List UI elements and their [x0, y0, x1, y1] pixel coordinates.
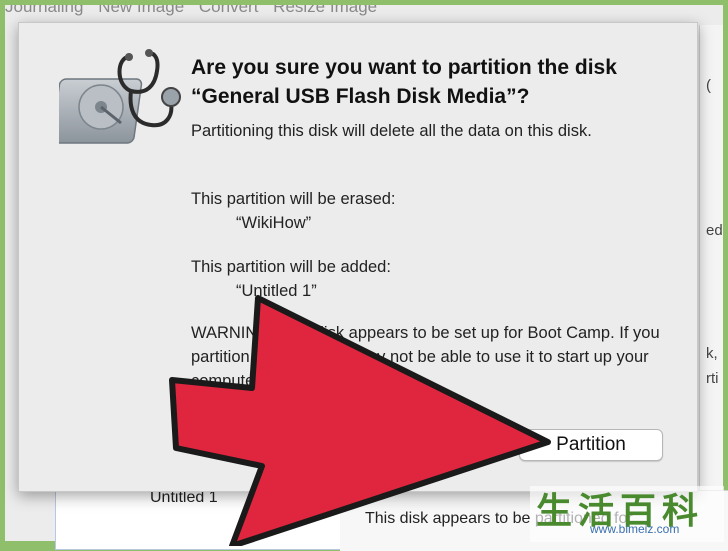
right-panel-row: k,	[706, 345, 718, 362]
added-partition-name: “Untitled 1”	[236, 282, 317, 300]
toolbar-item-convert[interactable]: Convert	[199, 5, 259, 16]
partition-confirm-dialog: Are you sure you want to partition the d…	[18, 22, 698, 492]
toolbar-item-resize-image[interactable]: Resize Image	[273, 5, 377, 16]
toolbar: Journaling New Image Convert Resize Imag…	[5, 5, 723, 19]
toolbar-item-new-image[interactable]: New Image	[98, 5, 184, 16]
added-label: This partition will be added:	[191, 258, 391, 276]
right-info-panel: ( ed) k, rti	[699, 25, 723, 495]
partition-button[interactable]: Partition	[519, 429, 663, 461]
right-panel-row: (	[706, 77, 711, 94]
right-panel-row: rti	[706, 370, 719, 387]
disk-utility-stethoscope-icon	[59, 49, 181, 144]
bootcamp-warning: WARNING: This disk appears to be set up …	[191, 324, 660, 390]
watermark-url: www.bimeiz.com	[590, 522, 680, 536]
toolbar-item-journaling[interactable]: Journaling	[5, 5, 83, 16]
erased-label: This partition will be erased:	[191, 190, 396, 208]
dialog-title: Are you sure you want to partition the d…	[191, 56, 617, 108]
erased-partition-name: “WikiHow”	[236, 214, 312, 232]
delete-warning: Partitioning this disk will delete all t…	[191, 122, 592, 140]
